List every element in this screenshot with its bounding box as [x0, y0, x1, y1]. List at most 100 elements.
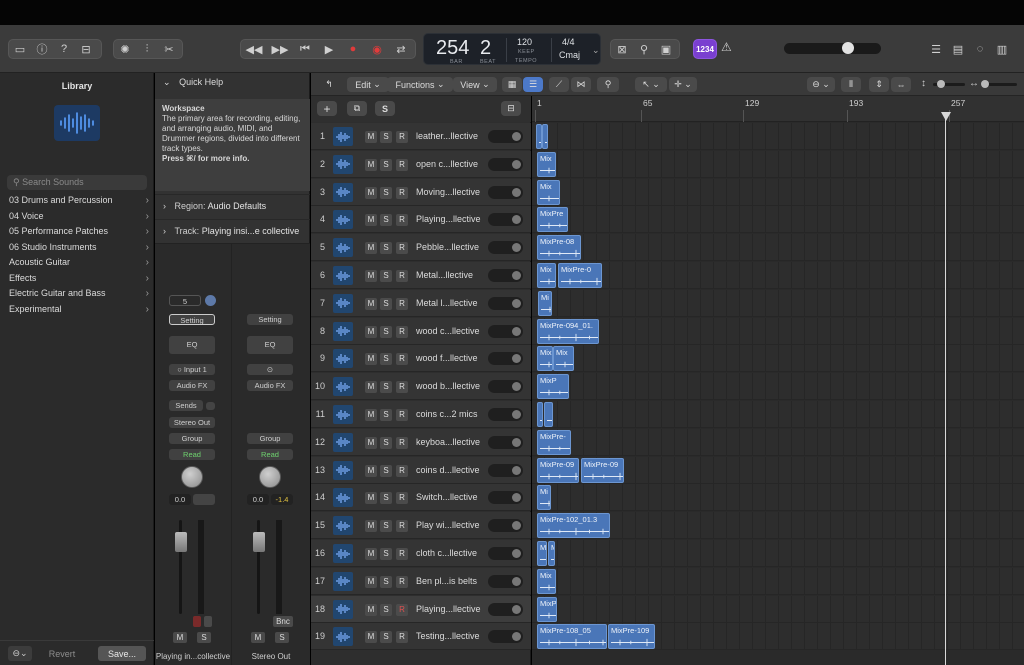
track-lane[interactable]	[532, 401, 1024, 428]
waveform-icon[interactable]	[333, 349, 353, 369]
track-on-toggle[interactable]	[488, 408, 523, 421]
record-enable-button[interactable]: R	[396, 464, 408, 477]
audio-region[interactable]: MixPre-102_01.3	[537, 513, 610, 539]
audio-region[interactable]	[537, 402, 543, 427]
solo-button[interactable]: S	[380, 158, 392, 171]
track-on-toggle[interactable]	[488, 519, 523, 533]
audio-region[interactable]	[542, 124, 548, 149]
list-view-icon[interactable]: ☰	[523, 77, 543, 92]
track-on-toggle[interactable]	[488, 630, 523, 644]
tuner-icon[interactable]: ⚲	[633, 40, 655, 58]
mute-button[interactable]: M	[365, 381, 377, 394]
track-on-toggle[interactable]	[488, 491, 523, 505]
track-header[interactable]: 19 M S R Testing...llective	[311, 623, 531, 651]
track-lane[interactable]: Mix	[532, 150, 1024, 178]
track-header[interactable]: 14 M S R Switch...llective	[311, 484, 531, 512]
solo-button[interactable]: S	[380, 186, 392, 199]
solo-button[interactable]: S	[380, 381, 392, 394]
duplicate-track-icon[interactable]: ⧉	[347, 101, 367, 116]
audio-region[interactable]: Mix	[537, 346, 553, 372]
waveform-icon[interactable]	[333, 127, 353, 146]
record-enable-button[interactable]	[193, 616, 201, 627]
audio-region[interactable]: Mix	[537, 263, 556, 288]
track-name[interactable]: coins c...2 mics	[416, 409, 488, 419]
record-enable-button[interactable]: R	[396, 131, 408, 143]
track-on-toggle[interactable]	[488, 435, 523, 449]
track-lane[interactable]: Mix	[532, 567, 1024, 595]
flex-icon[interactable]: ⋈	[571, 77, 591, 92]
sends-button[interactable]: Sends	[169, 400, 203, 411]
track-header[interactable]: 1 M S Rleather...llective	[311, 123, 531, 150]
chevron-down-icon[interactable]: ⌄	[592, 45, 600, 56]
waveform-icon[interactable]	[333, 266, 353, 285]
loop-browser-icon[interactable]: ◌	[969, 40, 991, 58]
track-on-toggle[interactable]	[488, 547, 523, 560]
inspector-icon[interactable]: ⓘ	[31, 40, 53, 58]
track-lane[interactable]: MixPre	[532, 206, 1024, 234]
track-name[interactable]: open c...llective	[416, 159, 488, 169]
track-header[interactable]: 11 M S Rcoins c...2 mics	[311, 401, 531, 428]
track-lane[interactable]: MixPre-	[532, 428, 1024, 456]
group-button[interactable]: Group	[169, 433, 215, 444]
mute-button[interactable]: M	[365, 242, 377, 255]
record-enable-button[interactable]: R	[396, 575, 408, 588]
output-button[interactable]: Stereo Out	[169, 417, 215, 428]
sends-toggle[interactable]	[206, 402, 215, 410]
solo-button[interactable]: S	[380, 575, 392, 588]
track-name[interactable]: keyboa...llective	[416, 437, 488, 447]
eq-button[interactable]: EQ	[169, 336, 215, 354]
setting-button[interactable]: Setting	[247, 314, 293, 325]
track-lane[interactable]: Mi	[532, 484, 1024, 512]
mute-button[interactable]: M	[365, 603, 377, 616]
track-on-toggle[interactable]	[488, 130, 523, 143]
track-on-toggle[interactable]	[488, 296, 523, 310]
solo-button[interactable]: S	[380, 520, 392, 533]
bounce-button[interactable]: Bnc	[273, 616, 293, 627]
track-on-toggle[interactable]	[488, 269, 523, 282]
audio-region[interactable]: MixPre	[537, 207, 568, 233]
automation-icon[interactable]: ⟋	[549, 77, 569, 92]
global-solo-button[interactable]: S	[375, 101, 395, 116]
edit-menu[interactable]: Edit ⌄	[347, 77, 389, 92]
count-in-button[interactable]: 1234	[693, 39, 717, 59]
track-on-toggle[interactable]	[488, 574, 523, 588]
master-volume-thumb[interactable]	[842, 42, 854, 54]
audio-region[interactable]: Mix	[537, 151, 556, 177]
snap-icon[interactable]: ⊖ ⌄	[807, 77, 835, 92]
audio-region[interactable]: MixPre-09	[537, 457, 579, 483]
track-header[interactable]: 17 M S R Ben pl...is belts	[311, 567, 531, 595]
toolbar-icon[interactable]: ⊟	[75, 40, 97, 58]
strip-mute-button[interactable]: M	[251, 632, 265, 643]
track-name[interactable]: Playing...llective	[416, 214, 488, 224]
playhead[interactable]	[945, 114, 946, 665]
mute-button[interactable]: M	[365, 297, 377, 310]
mute-button[interactable]: M	[365, 325, 377, 338]
waveform-icon[interactable]	[333, 293, 353, 313]
waveform-icon[interactable]	[333, 154, 353, 174]
strip-mute-button[interactable]: M	[173, 632, 187, 643]
track-name[interactable]: Metal...llective	[416, 270, 488, 280]
mute-button[interactable]: M	[365, 631, 377, 644]
strip-solo-button[interactable]: S	[275, 632, 289, 643]
solo-button[interactable]: S	[380, 436, 392, 449]
rewind-icon[interactable]: ◀◀	[241, 40, 267, 58]
track-name[interactable]: Switch...llective	[416, 492, 488, 502]
functions-menu[interactable]: Functions ⌄	[387, 77, 453, 92]
solo-mode-icon[interactable]: ▣	[655, 40, 677, 58]
audio-region[interactable]: M	[548, 541, 555, 566]
solo-button[interactable]: S	[380, 242, 392, 255]
waveform-icon[interactable]	[333, 571, 353, 591]
track-header[interactable]: 10 M S Rwood b...llective	[311, 373, 531, 401]
save-button[interactable]: Save...	[98, 646, 146, 661]
record-enable-button[interactable]: R	[396, 520, 408, 533]
cycle-icon[interactable]: ⇄	[389, 40, 413, 58]
audio-region[interactable]: MixPre-09	[581, 457, 624, 483]
track-header[interactable]: 16 M S Rcloth c...llective	[311, 540, 531, 567]
mute-button[interactable]: M	[365, 492, 377, 505]
track-on-toggle[interactable]	[488, 213, 523, 227]
track-on-toggle[interactable]	[488, 185, 523, 199]
audio-region[interactable]: Mi	[538, 290, 552, 316]
audio-region[interactable]: Mix	[537, 179, 560, 205]
audio-region[interactable]: MixP	[537, 596, 557, 622]
strip-number[interactable]: 5	[169, 295, 201, 306]
